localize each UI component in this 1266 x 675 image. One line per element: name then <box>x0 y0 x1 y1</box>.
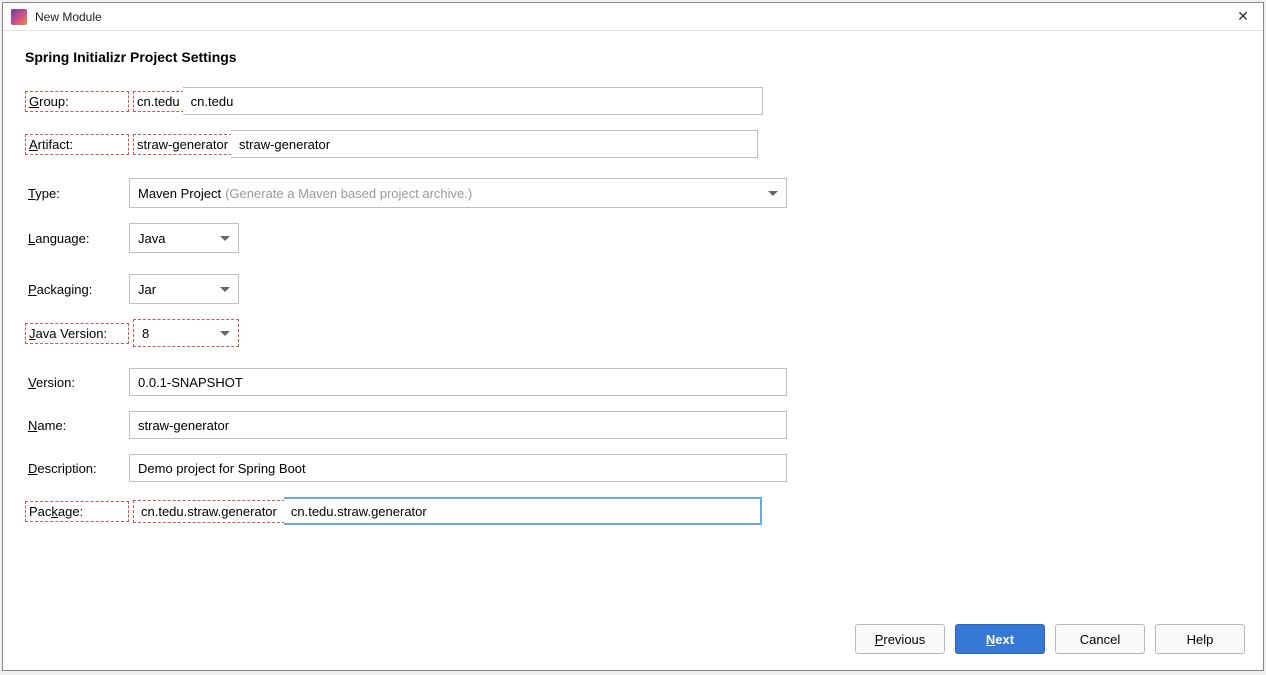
package-input[interactable] <box>284 497 762 525</box>
row-packaging: Packaging: Jar <box>25 274 1241 304</box>
label-name: Name: <box>25 418 129 433</box>
language-select[interactable]: Java <box>129 223 239 253</box>
close-icon[interactable]: ✕ <box>1231 8 1255 25</box>
titlebar: New Module ✕ <box>3 3 1263 31</box>
java-version-select[interactable]: 8 <box>134 320 238 346</box>
cancel-button[interactable]: Cancel <box>1055 624 1145 654</box>
label-packaging: Packaging: <box>25 282 129 297</box>
window-title: New Module <box>35 10 1231 24</box>
package-value-highlight: cn.tedu.straw.generator <box>133 500 285 523</box>
intellij-icon <box>11 9 27 25</box>
artifact-value-highlight: straw-generator <box>133 134 232 155</box>
help-button[interactable]: Help <box>1155 624 1245 654</box>
row-java-version: Java Version: 8 <box>25 319 1241 347</box>
label-type: Type: <box>25 186 129 201</box>
label-group: Group: <box>25 91 129 112</box>
description-input[interactable] <box>129 454 787 482</box>
row-type: Type: Maven Project (Generate a Maven ba… <box>25 178 1241 208</box>
page-title: Spring Initializr Project Settings <box>25 49 1241 65</box>
chevron-down-icon <box>220 236 230 241</box>
new-module-dialog: New Module ✕ Spring Initializr Project S… <box>2 2 1264 671</box>
previous-button[interactable]: Previous <box>855 624 945 654</box>
label-description: Description: <box>25 461 129 476</box>
label-version: Version: <box>25 375 129 390</box>
next-button[interactable]: Next <box>955 624 1045 654</box>
chevron-down-icon <box>220 331 230 336</box>
row-name: Name: <box>25 411 1241 439</box>
artifact-input[interactable] <box>231 130 758 158</box>
group-input[interactable] <box>183 87 763 115</box>
version-input[interactable] <box>129 368 787 396</box>
label-package: Package: <box>25 501 129 522</box>
row-description: Description: <box>25 454 1241 482</box>
type-select[interactable]: Maven Project (Generate a Maven based pr… <box>129 178 787 208</box>
java-version-highlight: 8 <box>133 319 239 347</box>
group-value-highlight: cn.tedu <box>133 91 184 112</box>
label-language: Language: <box>25 231 129 246</box>
label-java-version: Java Version: <box>25 323 129 344</box>
row-language: Language: Java <box>25 223 1241 253</box>
packaging-select[interactable]: Jar <box>129 274 239 304</box>
label-artifact: Artifact: <box>25 134 129 155</box>
chevron-down-icon <box>768 191 778 196</box>
chevron-down-icon <box>220 287 230 292</box>
dialog-content: Spring Initializr Project Settings Group… <box>3 31 1263 613</box>
row-group: Group: cn.tedu <box>25 87 1241 115</box>
row-artifact: Artifact: straw-generator <box>25 130 1241 158</box>
name-input[interactable] <box>129 411 787 439</box>
dialog-footer: Previous Next Cancel Help <box>3 613 1263 670</box>
row-package: Package: cn.tedu.straw.generator <box>25 497 1241 525</box>
row-version: Version: <box>25 368 1241 396</box>
